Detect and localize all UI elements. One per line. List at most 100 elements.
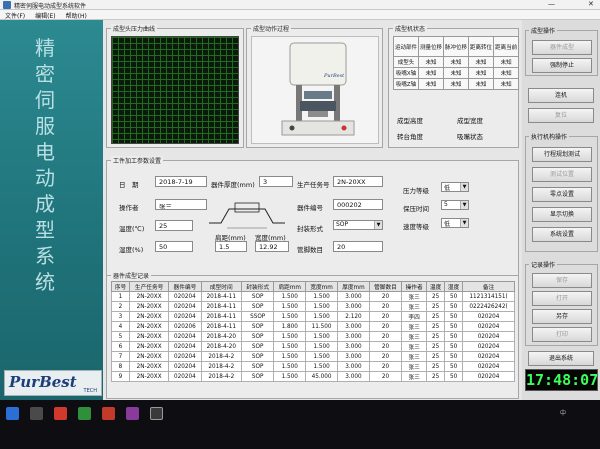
table-cell: 3.000 [337, 321, 370, 332]
system-settings-button[interactable]: 系统设置 [532, 227, 592, 242]
start-icon[interactable] [6, 407, 19, 420]
test-position-button[interactable]: 测试位置 [532, 167, 592, 182]
table-row[interactable]: 8 2N-20XX 020204 2018-4-2 SOP 1.500 1.500 3.000… [111, 361, 515, 372]
save-button[interactable]: 保存 [532, 273, 592, 288]
table-cell: 3.000 [337, 341, 370, 352]
records-column-header[interactable]: 肩距mm [273, 281, 307, 292]
device-number-field[interactable]: 000202 [333, 199, 383, 210]
operator-field[interactable]: 张三 [155, 199, 207, 210]
status-cell: 未知 [443, 67, 470, 79]
table-cell: 50 [444, 371, 464, 382]
table-cell: 8 [111, 361, 130, 372]
humidity-field[interactable]: 50 [155, 241, 193, 252]
table-cell: SOP [241, 321, 275, 332]
taskbar-app-icon[interactable] [30, 407, 43, 420]
table-cell: 3.000 [337, 291, 370, 302]
logo-text: PurBest [9, 373, 77, 391]
status-cell: 未知 [493, 56, 520, 68]
records-column-header[interactable]: 序号 [111, 281, 130, 292]
display-switch-button[interactable]: 显示切换 [532, 207, 592, 222]
force-stop-button[interactable]: 强制停止 [532, 58, 592, 73]
title-char: 伺 [35, 88, 55, 112]
minimize-button[interactable]: — [548, 0, 555, 8]
table-row[interactable]: 3 2N-20XX 020204 2018-4-11 SSOP 1.500 1.500 2.1… [111, 311, 515, 322]
table-row[interactable]: 1 2N-20XX 020204 2018-4-11 SOP 1.500 1.500 3.00… [111, 291, 515, 302]
table-cell: 4 [111, 321, 130, 332]
form-device-button[interactable]: 器件成型 [532, 40, 592, 55]
save-as-button[interactable]: 另存 [532, 309, 592, 324]
taskbar-active-app-icon[interactable] [150, 407, 163, 420]
task-number-field[interactable]: 2N-20XX [333, 176, 383, 187]
records-table[interactable]: 序号 生产任务号 器件编号 成型时间 封装形式 肩距mm 宽度mm 厚度mm 管脚数目 操作者 温度… [111, 281, 515, 382]
records-column-header[interactable]: 宽度mm [305, 281, 338, 292]
table-cell: 020204 [462, 331, 515, 342]
hold-time-label: 保压时间 [403, 205, 429, 213]
records-column-header[interactable]: 操作者 [401, 281, 428, 292]
table-cell: 7 [111, 351, 130, 362]
table-cell: 1.500 [273, 341, 307, 352]
records-column-header[interactable]: 厚度mm [337, 281, 370, 292]
pin-count-field[interactable]: 20 [333, 241, 383, 252]
temperature-field[interactable]: 25 [155, 220, 193, 231]
table-cell: 3 [111, 311, 130, 322]
status-header: 距离当前 [493, 36, 520, 57]
width-field[interactable]: 12.92 [255, 241, 289, 252]
package-type-value: SOP [336, 221, 349, 228]
records-column-header[interactable]: 温度 [426, 281, 446, 292]
table-cell: 9 [111, 371, 130, 382]
table-row[interactable]: 4 2N-20XX 020206 2018-4-11 SOP 1.800 11.500 3.0… [111, 321, 515, 332]
table-cell: 2N-20XX [128, 361, 170, 372]
pressure-level-select[interactable]: 低 ▼ [441, 182, 469, 192]
records-column-header[interactable]: 湿度 [444, 281, 464, 292]
records-column-header[interactable]: 封装形式 [241, 281, 275, 292]
date-field[interactable]: 2018-7-19 [155, 176, 207, 187]
window-title: 精密伺服电动成型系统软件 [14, 3, 87, 10]
table-cell: 50 [444, 301, 464, 312]
title-char: 成 [35, 192, 55, 216]
taskbar-app-icon[interactable] [126, 407, 139, 420]
records-column-header[interactable]: 管脚数目 [368, 281, 403, 292]
table-row[interactable]: 6 2N-20XX 020204 2018-4-20 SOP 1.500 1.500 3.00… [111, 341, 515, 352]
speed-level-label: 速度等级 [403, 223, 429, 231]
taskbar-app-icon[interactable] [54, 407, 67, 420]
taskbar-app-icon[interactable] [102, 407, 115, 420]
record-ops-title: 记录操作 [529, 260, 558, 269]
table-cell: 25 [426, 331, 446, 342]
table-cell: 20 [368, 351, 403, 362]
app-icon [3, 1, 11, 9]
package-type-select[interactable]: SOP ▼ [333, 220, 383, 230]
print-button[interactable]: 打印 [532, 327, 592, 342]
table-cell: 020204 [168, 311, 202, 322]
thickness-field[interactable]: 3 [259, 176, 293, 187]
hold-time-select[interactable]: 5 ▼ [441, 200, 469, 210]
exit-system-button[interactable]: 退出系统 [528, 351, 594, 366]
logo-subtext: TECH [83, 388, 97, 394]
table-cell: 1 [111, 291, 130, 302]
records-column-header[interactable]: 备注 [462, 281, 515, 292]
table-row[interactable]: 9 2N-20XX 020204 2018-4-2 SOP 1.500 45.000 3.00… [111, 371, 515, 382]
taskbar-app-icon[interactable] [78, 407, 91, 420]
close-button[interactable]: ✕ [588, 0, 594, 8]
table-row[interactable]: 2 2N-20XX 020204 2018-4-11 SOP 1.500 1.500 3.00… [111, 301, 515, 312]
table-cell: 1.500 [273, 361, 307, 372]
input-method-indicator[interactable]: 中 [560, 408, 566, 417]
table-cell: 张三 [401, 321, 428, 332]
table-cell: 2N-20XX [128, 321, 170, 332]
table-cell: 020204 [462, 361, 515, 372]
records-column-header[interactable]: 生产任务号 [128, 281, 170, 292]
table-cell: 50 [444, 341, 464, 352]
open-button[interactable]: 打开 [532, 291, 592, 306]
span-field[interactable]: 1.5 [215, 241, 247, 252]
machine-status-table: 运动部件 测量位移 脉冲位移 距离转位 距离当前 成型头 未知 未知 未知 未知… [392, 36, 520, 90]
travel-plan-test-button[interactable]: 行程规划测试 [532, 147, 592, 162]
connect-button[interactable]: 连机 [528, 88, 594, 103]
table-cell: 3.000 [337, 301, 370, 312]
table-row[interactable]: 5 2N-20XX 020204 2018-4-20 SOP 1.500 1.500 3.00… [111, 331, 515, 342]
records-column-header[interactable]: 成型时间 [200, 281, 243, 292]
reset-button[interactable]: 复位 [528, 108, 594, 123]
records-column-header[interactable]: 器件编号 [168, 281, 202, 292]
zero-setting-button[interactable]: 零点设置 [532, 187, 592, 202]
table-row[interactable]: 7 2N-20XX 020204 2018-4-2 SOP 1.500 1.500 3.000… [111, 351, 515, 362]
table-cell: 2018-4-20 [200, 341, 243, 352]
speed-level-select[interactable]: 低 ▼ [441, 218, 469, 228]
